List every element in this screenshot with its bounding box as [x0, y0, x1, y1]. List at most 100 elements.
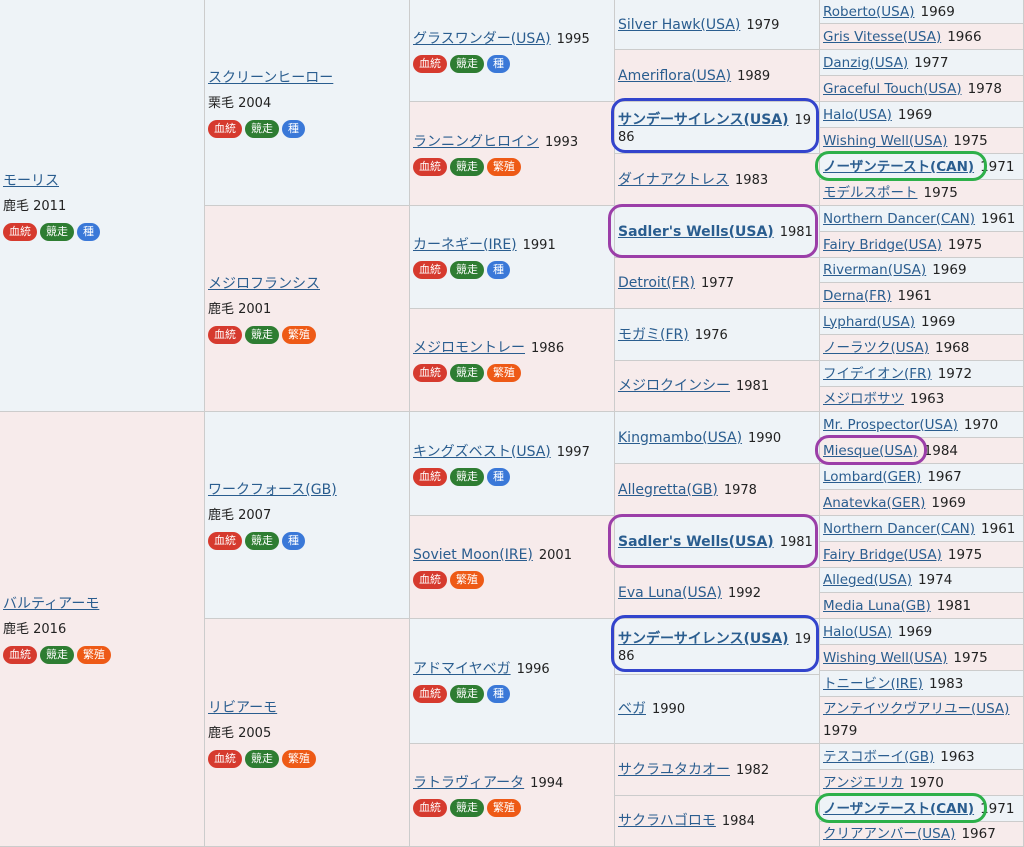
horse-link[interactable]: Gris Vitesse(USA): [823, 29, 941, 45]
horse-link[interactable]: Anatevka(GER): [823, 495, 925, 511]
race-tag[interactable]: 競走: [450, 467, 484, 486]
race-tag[interactable]: 競走: [450, 261, 484, 279]
race-tag[interactable]: 競走: [450, 685, 484, 703]
horse-link[interactable]: Halo(USA): [823, 624, 892, 640]
horse-link[interactable]: サクラハゴロモ: [618, 813, 716, 829]
blood-tag[interactable]: 血統: [208, 749, 242, 768]
horse-link[interactable]: Derna(FR): [823, 288, 892, 304]
horse-link[interactable]: ワークフォース(GB): [208, 480, 406, 500]
horse-link[interactable]: ノーラツク(USA): [823, 340, 929, 356]
horse-link[interactable]: Mr. Prospector(USA): [823, 417, 958, 433]
horse-link[interactable]: Lombard(GER): [823, 469, 921, 485]
stud-tag[interactable]: 種: [487, 261, 510, 279]
race-tag[interactable]: 競走: [245, 749, 279, 768]
race-tag[interactable]: 競走: [40, 222, 74, 241]
horse-link[interactable]: ノーザンテースト(CAN): [823, 159, 974, 175]
horse-link[interactable]: モデルスポート: [823, 185, 918, 201]
stud-tag[interactable]: 種: [282, 532, 305, 550]
race-tag[interactable]: 競走: [245, 325, 279, 344]
horse-link[interactable]: アドマイヤベガ: [413, 661, 511, 677]
horse-link[interactable]: キングズベスト(USA): [413, 444, 551, 460]
horse-link[interactable]: Miesque(USA): [823, 443, 918, 459]
horse-link[interactable]: ベガ: [618, 701, 646, 717]
horse-link[interactable]: ランニングヒロイン: [413, 134, 539, 150]
blood-tag[interactable]: 血統: [413, 467, 447, 486]
broodmare-tag[interactable]: 繁殖: [282, 749, 316, 768]
horse-link[interactable]: ダイナアクトレス: [618, 172, 729, 188]
horse-link[interactable]: グラスワンダー(USA): [413, 31, 551, 47]
horse-link[interactable]: アンジエリカ: [823, 775, 903, 791]
race-tag[interactable]: 競走: [40, 646, 74, 664]
blood-tag[interactable]: 血統: [208, 532, 242, 550]
horse-link[interactable]: Allegretta(GB): [618, 482, 718, 498]
stud-tag[interactable]: 種: [487, 467, 510, 486]
horse-link[interactable]: スクリーンヒーロー: [208, 68, 406, 88]
blood-tag[interactable]: 血統: [413, 261, 447, 279]
race-tag[interactable]: 競走: [245, 532, 279, 550]
horse-link[interactable]: カーネギー(IRE): [413, 237, 517, 253]
horse-link[interactable]: メジロボサツ: [823, 391, 904, 407]
horse-link[interactable]: Graceful Touch(USA): [823, 81, 962, 97]
broodmare-tag[interactable]: 繁殖: [487, 157, 521, 176]
horse-link[interactable]: Fairy Bridge(USA): [823, 237, 942, 253]
blood-tag[interactable]: 血統: [208, 119, 242, 138]
horse-link[interactable]: Soviet Moon(IRE): [413, 547, 533, 563]
horse-link[interactable]: メジロクインシー: [618, 378, 730, 394]
race-tag[interactable]: 競走: [450, 799, 484, 817]
horse-link[interactable]: モガミ(FR): [618, 327, 689, 343]
horse-link[interactable]: Halo(USA): [823, 107, 892, 123]
horse-link[interactable]: Eva Luna(USA): [618, 585, 722, 601]
horse-link[interactable]: Media Luna(GB): [823, 598, 931, 614]
horse-link[interactable]: Ameriflora(USA): [618, 68, 731, 84]
blood-tag[interactable]: 血統: [3, 646, 37, 664]
horse-link[interactable]: アンテイツクヴアリユー(USA): [823, 701, 1009, 717]
horse-link[interactable]: Sadler's Wells(USA): [618, 224, 774, 240]
race-tag[interactable]: 競走: [450, 157, 484, 176]
horse-link[interactable]: バルティアーモ: [3, 594, 201, 614]
blood-tag[interactable]: 血統: [413, 799, 447, 817]
horse-link[interactable]: Lyphard(USA): [823, 314, 915, 330]
horse-link[interactable]: Northern Dancer(CAN): [823, 211, 975, 227]
stud-tag[interactable]: 種: [282, 119, 305, 138]
broodmare-tag[interactable]: 繁殖: [487, 799, 521, 817]
horse-link[interactable]: Sadler's Wells(USA): [618, 534, 774, 550]
horse-link[interactable]: メジロモントレー: [413, 340, 525, 356]
horse-link[interactable]: Danzig(USA): [823, 55, 908, 71]
stud-tag[interactable]: 種: [487, 54, 510, 73]
horse-link[interactable]: Roberto(USA): [823, 4, 914, 20]
horse-link[interactable]: Kingmambo(USA): [618, 430, 742, 446]
horse-link[interactable]: フイデイオン(FR): [823, 366, 932, 382]
horse-link[interactable]: サンデーサイレンス(USA): [618, 631, 789, 647]
blood-tag[interactable]: 血統: [413, 157, 447, 176]
blood-tag[interactable]: 血統: [208, 325, 242, 344]
broodmare-tag[interactable]: 繁殖: [487, 364, 521, 382]
blood-tag[interactable]: 血統: [413, 54, 447, 73]
horse-link[interactable]: クリアアンバー(USA): [823, 826, 955, 842]
stud-tag[interactable]: 種: [487, 685, 510, 703]
horse-link[interactable]: ラトラヴィアータ: [413, 775, 524, 791]
horse-link[interactable]: メジロフランシス: [208, 274, 406, 294]
horse-link[interactable]: Wishing Well(USA): [823, 133, 947, 149]
blood-tag[interactable]: 血統: [3, 222, 37, 241]
horse-link[interactable]: サンデーサイレンス(USA): [618, 112, 789, 128]
horse-link[interactable]: ノーザンテースト(CAN): [823, 801, 974, 817]
race-tag[interactable]: 競走: [450, 54, 484, 73]
horse-link[interactable]: Northern Dancer(CAN): [823, 521, 975, 537]
horse-link[interactable]: Alleged(USA): [823, 572, 912, 588]
horse-link[interactable]: Silver Hawk(USA): [618, 17, 740, 33]
blood-tag[interactable]: 血統: [413, 685, 447, 703]
horse-link[interactable]: サクラユタカオー: [618, 762, 730, 778]
horse-link[interactable]: リビアーモ: [208, 698, 406, 718]
blood-tag[interactable]: 血統: [413, 364, 447, 382]
race-tag[interactable]: 競走: [450, 364, 484, 382]
horse-link[interactable]: トニービン(IRE): [823, 676, 923, 692]
broodmare-tag[interactable]: 繁殖: [77, 646, 111, 664]
horse-link[interactable]: Detroit(FR): [618, 275, 695, 291]
horse-link[interactable]: モーリス: [3, 171, 201, 191]
horse-link[interactable]: テスコボーイ(GB): [823, 749, 934, 765]
horse-link[interactable]: Wishing Well(USA): [823, 650, 947, 666]
horse-link[interactable]: Fairy Bridge(USA): [823, 547, 942, 563]
blood-tag[interactable]: 血統: [413, 571, 447, 589]
broodmare-tag[interactable]: 繁殖: [282, 325, 316, 344]
horse-link[interactable]: Riverman(USA): [823, 262, 926, 278]
